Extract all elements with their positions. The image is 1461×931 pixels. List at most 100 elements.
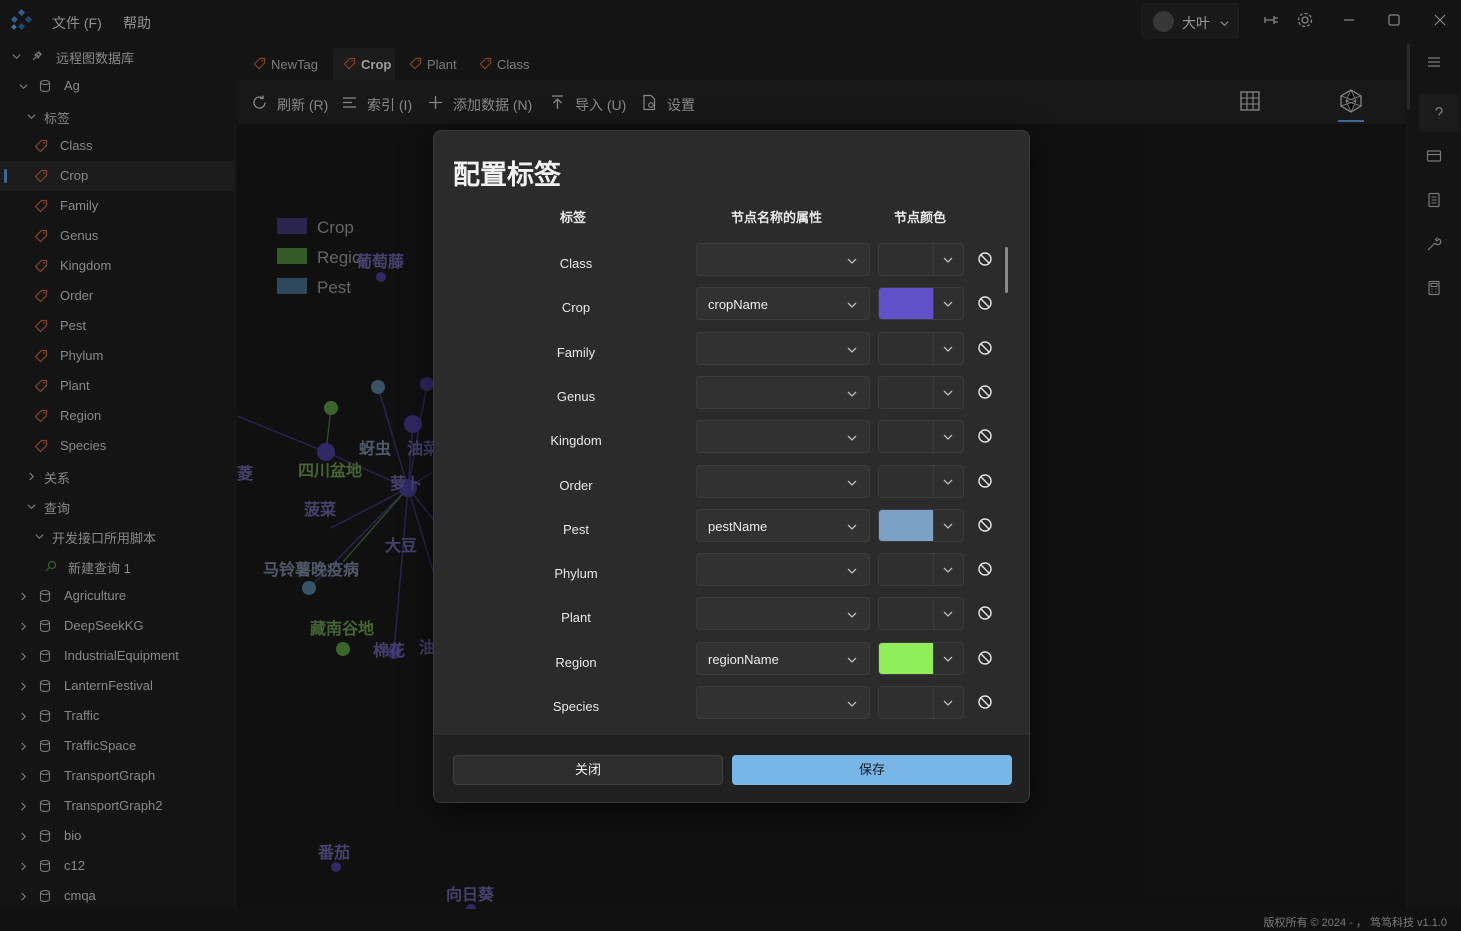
property-select[interactable] <box>696 597 870 631</box>
config-row-tag: Family <box>556 344 596 360</box>
property-select-value: cropName <box>708 297 768 313</box>
color-picker[interactable] <box>878 375 964 409</box>
property-select[interactable]: regionName <box>696 641 870 675</box>
config-row-tag: Phylum <box>554 566 598 582</box>
clear-color-icon[interactable] <box>977 295 993 311</box>
clear-color-icon[interactable] <box>977 251 993 267</box>
config-row-genus: Genus <box>434 375 1029 420</box>
color-swatch <box>879 288 933 320</box>
divider <box>933 642 934 674</box>
chevron-down-icon <box>943 479 953 485</box>
color-picker[interactable] <box>878 331 964 365</box>
color-swatch <box>879 509 933 541</box>
color-picker[interactable] <box>878 553 964 587</box>
divider <box>933 288 934 320</box>
color-picker[interactable] <box>878 508 964 542</box>
config-row-class: Class <box>434 243 1029 287</box>
color-picker[interactable] <box>878 243 964 276</box>
color-swatch <box>879 377 933 408</box>
chevron-down-icon <box>847 347 857 353</box>
clear-color-icon[interactable] <box>977 340 993 356</box>
chevron-down-icon <box>943 390 953 396</box>
config-row-tag: Pest <box>562 521 589 537</box>
property-select-value: pestName <box>708 518 768 534</box>
dialog-scrollbar[interactable] <box>1005 247 1008 293</box>
chevron-down-icon <box>847 701 857 707</box>
config-row-tag: Order <box>559 477 593 493</box>
color-swatch <box>879 687 933 718</box>
property-select[interactable] <box>696 686 870 719</box>
chevron-down-icon <box>847 302 857 309</box>
chevron-down-icon <box>847 612 857 619</box>
config-row-crop: Crop cropName <box>434 287 1029 331</box>
property-select-value: regionName <box>708 651 779 667</box>
property-select[interactable] <box>696 553 870 587</box>
property-select[interactable] <box>696 420 870 454</box>
chevron-down-icon <box>943 434 953 441</box>
chevron-down-icon <box>847 568 857 575</box>
config-row-region: Region regionName <box>434 641 1029 686</box>
property-select[interactable]: pestName <box>696 508 870 542</box>
color-picker[interactable] <box>878 641 964 675</box>
chevron-down-icon <box>943 656 953 662</box>
chevron-down-icon <box>847 435 857 442</box>
clear-color-icon[interactable] <box>977 473 993 489</box>
divider <box>933 376 934 408</box>
save-button[interactable]: 保存 <box>732 755 1012 785</box>
property-select[interactable] <box>696 464 870 498</box>
chevron-down-icon <box>943 567 953 574</box>
color-picker[interactable] <box>878 686 964 719</box>
config-row-species: Species <box>434 686 1029 730</box>
config-tags-dialog: 配置标签 标签 节点名称的属性 节点颜色 Class Crop cropName Fa… <box>433 130 1030 803</box>
config-row-tag: Class <box>559 256 593 271</box>
divider <box>933 332 934 364</box>
divider <box>933 509 934 541</box>
color-picker[interactable] <box>878 597 964 631</box>
chevron-down-icon <box>847 258 857 264</box>
column-header-property: 节点名称的属性 <box>731 210 823 225</box>
chevron-down-icon <box>847 657 857 663</box>
color-swatch <box>879 466 933 497</box>
divider <box>933 687 934 718</box>
clear-color-icon[interactable] <box>977 694 993 710</box>
config-row-plant: Plant <box>434 597 1029 641</box>
clear-color-icon[interactable] <box>977 561 993 577</box>
divider <box>933 598 934 630</box>
column-header-tag: 标签 <box>560 210 587 225</box>
divider <box>933 244 934 275</box>
clear-color-icon[interactable] <box>977 428 993 444</box>
color-picker[interactable] <box>878 287 964 321</box>
close-button[interactable]: 关闭 <box>453 755 723 785</box>
chevron-down-icon <box>847 391 857 397</box>
color-swatch <box>879 554 933 585</box>
property-select[interactable] <box>696 331 870 365</box>
chevron-down-icon <box>943 700 953 706</box>
color-swatch <box>879 598 933 629</box>
property-select[interactable] <box>696 243 870 276</box>
chevron-down-icon <box>943 301 953 308</box>
config-row-phylum: Phylum <box>434 553 1029 597</box>
color-swatch <box>879 642 933 674</box>
config-row-tag: Region <box>555 654 597 670</box>
property-select[interactable]: cropName <box>696 287 870 321</box>
column-header-color: 节点颜色 <box>894 210 947 225</box>
divider <box>933 554 934 586</box>
color-swatch <box>879 421 933 452</box>
chevron-down-icon <box>943 346 953 352</box>
clear-color-icon[interactable] <box>977 605 993 621</box>
chevron-down-icon <box>943 257 953 263</box>
color-picker[interactable] <box>878 464 964 498</box>
clear-color-icon[interactable] <box>977 384 993 400</box>
color-picker[interactable] <box>878 420 964 454</box>
config-row-pest: Pest pestName <box>434 508 1029 553</box>
color-swatch <box>879 244 933 275</box>
chevron-down-icon <box>847 480 857 486</box>
color-swatch <box>879 333 933 364</box>
clear-color-icon[interactable] <box>977 517 993 533</box>
dialog-footer: 关闭 保存 <box>434 735 1029 802</box>
config-row-tag: Plant <box>561 610 591 626</box>
divider <box>933 421 934 453</box>
chevron-down-icon <box>943 611 953 618</box>
clear-color-icon[interactable] <box>977 650 993 666</box>
property-select[interactable] <box>696 375 870 409</box>
